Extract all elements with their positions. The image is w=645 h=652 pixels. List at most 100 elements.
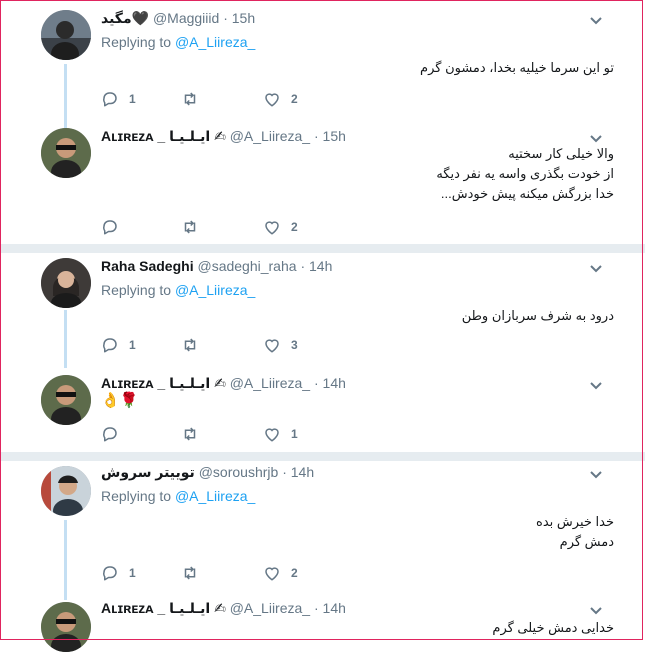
tweet-text-line: خدا بزرگش میکنه پیش خودش... (440, 186, 614, 201)
separator-dot: · (313, 600, 319, 616)
user-handle[interactable]: @Maggiiid (153, 10, 219, 26)
like-count: 3 (291, 338, 298, 352)
avatar[interactable] (41, 602, 91, 652)
retweet-button[interactable] (181, 564, 209, 582)
timestamp[interactable]: 14h (309, 258, 332, 274)
retweet-icon (184, 427, 196, 441)
reply-button[interactable]: 1 (101, 336, 136, 354)
reply-icon (103, 566, 117, 581)
timestamp[interactable]: 14h (323, 375, 346, 391)
tweet-text-line: از خودت بگذری واسه یه نفر دیگه (436, 166, 614, 181)
chevron-down-icon[interactable] (588, 12, 604, 28)
tweet-actions: 1 2 (101, 564, 521, 584)
tweet-actions: 2 (101, 218, 521, 238)
timestamp[interactable]: 15h (323, 128, 346, 144)
chevron-down-icon[interactable] (588, 260, 604, 276)
separator-dot: · (223, 10, 228, 26)
avatar[interactable] (41, 258, 91, 308)
user-handle[interactable]: @A_Liireza_ (230, 600, 310, 616)
tweet-header: Raha Sadeghi @sadeghi_raha · 14h (101, 258, 332, 274)
like-button[interactable]: 3 (263, 336, 298, 354)
like-button[interactable]: 1 (263, 425, 298, 443)
tweet-text-line: درود به شرف سربازان وطن (461, 308, 614, 323)
user-handle[interactable]: @soroushrjb (199, 464, 279, 480)
user-handle[interactable]: @sadeghi_raha (197, 258, 296, 274)
tweet[interactable]: Aʟɪʀᴇᴢᴀ _ ایـلـیـا ✍ @A_Liireza_ · 14h خ… (0, 592, 645, 652)
display-name[interactable]: مگید🖤 (101, 10, 149, 26)
tweet-header: تویيتر سروش @soroushrjb · 14h (101, 464, 314, 481)
separator-dot: · (313, 128, 319, 144)
tweet-text-line: 👌🌹 (101, 392, 139, 409)
chevron-down-icon[interactable] (588, 466, 604, 482)
tweet-text: والا خیلی کار سختیه از خودت بگذری واسه ی… (436, 144, 614, 204)
reply-button[interactable]: 1 (101, 564, 136, 582)
reply-count: 1 (129, 92, 136, 106)
retweet-button[interactable] (181, 336, 209, 354)
user-handle[interactable]: @A_Liireza_ (230, 128, 310, 144)
user-handle[interactable]: @A_Liireza_ (230, 375, 310, 391)
timestamp[interactable]: 14h (323, 600, 346, 616)
chevron-down-icon[interactable] (588, 602, 604, 618)
tweet[interactable]: تویيتر سروش @soroushrjb · 14h Replying t… (0, 456, 645, 596)
tweet[interactable]: مگید🖤 @Maggiiid · 15h Replying to @A_Lii… (0, 0, 645, 128)
display-name[interactable]: تویيتر سروش (101, 464, 195, 480)
reply-count: 1 (129, 338, 136, 352)
like-count: 2 (291, 566, 298, 580)
avatar[interactable] (41, 375, 91, 425)
tweet-actions: 1 2 (101, 90, 521, 110)
separator-dot: · (282, 464, 287, 480)
tweet-text-line: والا خیلی کار سختیه (508, 146, 614, 161)
heart-icon (265, 567, 279, 581)
reply-count: 1 (129, 566, 136, 580)
retweet-button[interactable] (181, 425, 209, 443)
retweet-button[interactable] (181, 90, 209, 108)
tweet-text-line: تو این سرما خیلیه بخدا، دمشون گرم (420, 60, 614, 75)
like-button[interactable]: 2 (263, 564, 298, 582)
reply-icon (103, 427, 117, 442)
retweet-button[interactable] (181, 218, 209, 236)
like-count: 2 (291, 92, 298, 106)
timestamp[interactable]: 15h (232, 10, 255, 26)
tweet[interactable]: Aʟɪʀᴇᴢᴀ _ ایـلـیـا ✍ @A_Liireza_ · 14h 👌… (0, 365, 645, 453)
display-name[interactable]: Aʟɪʀᴇᴢᴀ _ ایـلـیـا ✍ (101, 600, 226, 616)
separator-dot: · (313, 375, 319, 391)
replying-to-label: Replying to (101, 34, 172, 50)
like-button[interactable]: 2 (263, 90, 298, 108)
tweet-header: مگید🖤 @Maggiiid · 15h (101, 10, 255, 27)
like-count: 2 (291, 220, 298, 234)
tweet-text: 👌🌹 (101, 391, 138, 411)
replying-to-label: Replying to (101, 488, 172, 504)
replying-to-label: Replying to (101, 282, 172, 298)
display-name[interactable]: Raha Sadeghi (101, 258, 194, 274)
reply-icon (103, 220, 117, 235)
timestamp[interactable]: 14h (291, 464, 314, 480)
reply-button[interactable] (101, 218, 129, 236)
like-button[interactable]: 2 (263, 218, 298, 236)
heart-icon (265, 93, 279, 107)
tweet-text: درود به شرف سربازان وطن (462, 306, 614, 326)
retweet-icon (184, 92, 196, 106)
reply-button[interactable]: 1 (101, 90, 136, 108)
display-name[interactable]: Aʟɪʀᴇᴢᴀ _ ایـلـیـا ✍ (101, 375, 226, 391)
replying-to-link[interactable]: @A_Liireza_ (175, 34, 255, 50)
tweet[interactable]: Aʟɪʀᴇᴢᴀ _ ایـلـیـا ✍ @A_Liireza_ · 15h و… (0, 118, 645, 246)
replying-to: Replying to @A_Liireza_ (101, 488, 255, 504)
tweet[interactable]: Raha Sadeghi @sadeghi_raha · 14h Replyin… (0, 248, 645, 368)
replying-to-link[interactable]: @A_Liireza_ (175, 488, 255, 504)
retweet-icon (184, 338, 196, 352)
tweet-actions: 1 (101, 425, 521, 445)
heart-icon (265, 428, 279, 442)
display-name[interactable]: Aʟɪʀᴇᴢᴀ _ ایـلـیـا ✍ (101, 128, 226, 144)
avatar[interactable] (41, 466, 91, 516)
avatar[interactable] (41, 128, 91, 178)
retweet-icon (184, 220, 196, 234)
replying-to-link[interactable]: @A_Liireza_ (175, 282, 255, 298)
avatar[interactable] (41, 10, 91, 60)
heart-icon (265, 339, 279, 353)
tweet-actions: 1 3 (101, 336, 521, 356)
chevron-down-icon[interactable] (588, 377, 604, 393)
like-count: 1 (291, 427, 298, 441)
tweet-text: تو این سرما خیلیه بخدا، دمشون گرم (420, 58, 614, 78)
reply-button[interactable] (101, 425, 129, 443)
separator-dot: · (300, 258, 306, 274)
